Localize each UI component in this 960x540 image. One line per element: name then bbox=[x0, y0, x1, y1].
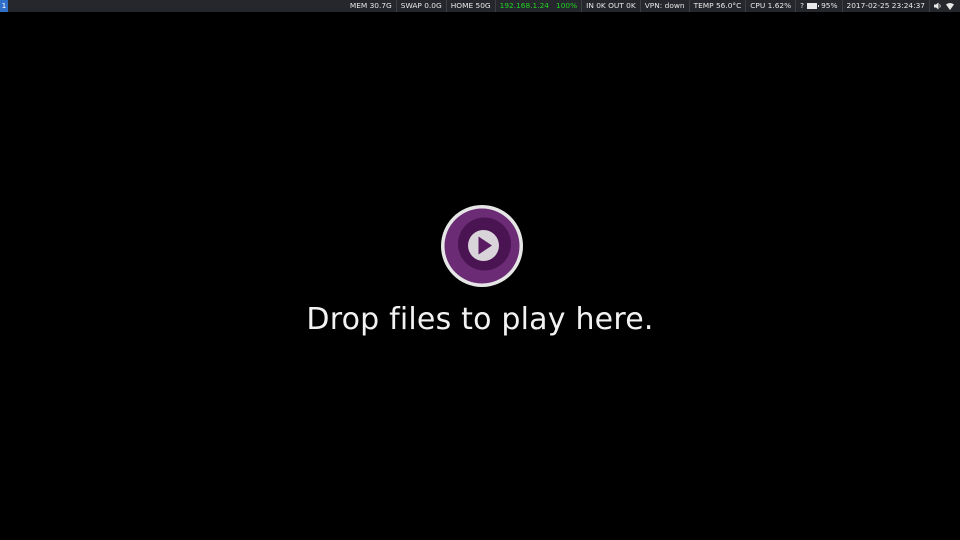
home-disk-status: HOME 50G bbox=[445, 0, 495, 12]
battery-unknown-indicator: ? bbox=[800, 1, 805, 10]
speaker-icon[interactable] bbox=[934, 2, 942, 10]
wifi-signal-icon[interactable] bbox=[946, 2, 954, 10]
drop-files-message: Drop files to play here. bbox=[306, 302, 654, 337]
wifi-signal-strength: 100% bbox=[556, 1, 578, 10]
volume-control[interactable] bbox=[929, 0, 958, 12]
battery-fill bbox=[808, 4, 816, 8]
memory-status: MEM 30.7G bbox=[349, 1, 392, 10]
ip-address: 192.168.1.24 bbox=[499, 1, 549, 10]
datetime-status: 2017-02-25 23:24:37 bbox=[841, 0, 930, 12]
swap-status: SWAP 0.0G bbox=[395, 0, 446, 12]
status-blocks: MEM 30.7G SWAP 0.0G HOME 50G 192.168.1.2… bbox=[346, 0, 958, 12]
network-status: 192.168.1.24 100% bbox=[494, 0, 582, 12]
workspace-button-1[interactable]: 1 bbox=[0, 0, 8, 12]
battery-icon bbox=[807, 3, 820, 9]
mpv-logo-icon bbox=[441, 205, 523, 287]
network-traffic-status: IN 0K OUT 0K bbox=[581, 0, 640, 12]
vpn-status: VPN: down bbox=[639, 0, 689, 12]
cpu-status: CPU 1.62% bbox=[745, 0, 795, 12]
battery-status: ? 95% bbox=[795, 0, 841, 12]
temperature-status: TEMP 56.0°C bbox=[688, 0, 746, 12]
battery-percent: 95% bbox=[821, 1, 838, 10]
status-bar: 1 MEM 30.7G SWAP 0.0G HOME 50G 192.168.1… bbox=[0, 0, 960, 12]
